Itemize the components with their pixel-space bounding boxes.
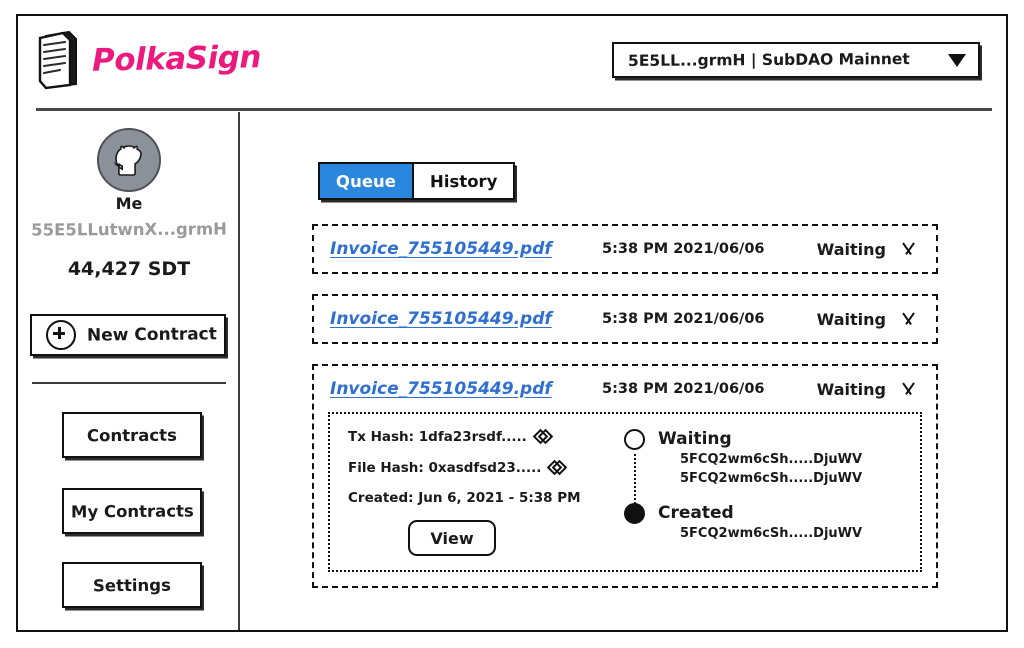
profile-label: Me	[115, 194, 143, 213]
account-selector[interactable]: 5E5LL...grmH | SubDAO Mainnet	[612, 42, 980, 78]
sidebar-item-contracts[interactable]: Contracts	[62, 412, 202, 458]
github-octocat-avatar[interactable]	[97, 128, 161, 192]
copy-icon[interactable]	[532, 428, 554, 445]
view-button[interactable]: View	[408, 520, 496, 556]
app-header: PolkaSign 5E5LL...grmH | SubDAO Mainnet	[18, 16, 1006, 111]
status-badge: Waiting	[816, 379, 886, 399]
sidebar-item-label: Contracts	[86, 425, 178, 445]
document-stack-icon	[36, 28, 82, 90]
document-file-link[interactable]: Invoice_755105449.pdf	[330, 239, 586, 259]
status-badge: Waiting	[816, 239, 886, 259]
timeline-address: 5FCQ2wm6cSh.....DjuWV	[680, 452, 863, 467]
new-contract-button[interactable]: New Contract	[30, 314, 226, 356]
timeline-step-waiting: Waiting 5FCQ2wm6cSh.....DjuWV 5FCQ2wm6cS…	[624, 428, 904, 512]
timeline-address: 5FCQ2wm6cSh.....DjuWV	[680, 471, 863, 486]
caret-down-icon	[948, 53, 966, 67]
timeline-address: 5FCQ2wm6cSh.....DjuWV	[680, 526, 863, 541]
document-timestamp: 5:38 PM 2021/06/06	[602, 311, 765, 327]
signature-timeline: Waiting 5FCQ2wm6cSh.....DjuWV 5FCQ2wm6cS…	[610, 428, 904, 556]
view-button-label: View	[430, 528, 474, 548]
tab-history[interactable]: History	[411, 164, 514, 198]
document-row-header[interactable]: Invoice_755105449.pdf 5:38 PM 2021/06/06…	[314, 226, 936, 272]
sidebar-item-label: My Contracts	[70, 500, 194, 522]
app-window: PolkaSign 5E5LL...grmH | SubDAO Mainnet …	[16, 14, 1008, 632]
sidebar-divider	[32, 382, 226, 384]
timeline-dot-filled-icon	[624, 503, 645, 524]
document-row-header[interactable]: Invoice_755105449.pdf 5:38 PM 2021/06/06…	[314, 366, 936, 412]
document-file-link[interactable]: Invoice_755105449.pdf	[330, 379, 586, 399]
sidebar-account-address: 55E5LLutwnX...grmH	[31, 219, 227, 240]
chevron-down-icon[interactable]	[898, 383, 918, 396]
file-hash-row: File Hash: 0xasdfsd23.....	[348, 459, 610, 476]
tab-label: History	[429, 171, 498, 191]
document-detail-info: Tx Hash: 1dfa23rsdf..... File Hash: 0xas…	[348, 428, 610, 556]
tx-hash-row: Tx Hash: 1dfa23rsdf.....	[348, 428, 610, 445]
timeline-step-title: Created	[658, 503, 734, 523]
main-content: Queue History Invoice_755105449.pdf 5:38…	[240, 112, 1006, 630]
document-list: Invoice_755105449.pdf 5:38 PM 2021/06/06…	[312, 224, 938, 608]
created-label: Created: Jun 6, 2021 - 5:38 PM	[348, 490, 581, 506]
timeline-spacer	[624, 492, 904, 502]
tab-label: Queue	[335, 171, 396, 191]
chevron-down-icon[interactable]	[898, 313, 918, 326]
tx-hash-label: Tx Hash: 1dfa23rsdf.....	[348, 428, 527, 445]
header-divider	[36, 108, 992, 111]
account-selector-value: 5E5LL...grmH | SubDAO Mainnet	[627, 50, 910, 70]
brand: PolkaSign	[36, 28, 261, 90]
timeline-step-title: Waiting	[658, 429, 732, 449]
document-row-header[interactable]: Invoice_755105449.pdf 5:38 PM 2021/06/06…	[314, 296, 936, 342]
timeline-step-created: Created 5FCQ2wm6cSh.....DjuWV	[624, 502, 904, 543]
status-badge: Waiting	[816, 309, 886, 329]
sidebar-balance: 44,427 SDT	[67, 258, 191, 280]
document-timestamp: 5:38 PM 2021/06/06	[602, 381, 765, 397]
document-row-expanded[interactable]: Invoice_755105449.pdf 5:38 PM 2021/06/06…	[312, 364, 938, 588]
document-timestamp: 5:38 PM 2021/06/06	[602, 241, 765, 257]
created-row: Created: Jun 6, 2021 - 5:38 PM	[348, 490, 610, 506]
document-status-group[interactable]: Waiting	[817, 240, 918, 259]
chevron-down-icon[interactable]	[898, 243, 918, 256]
plus-circle-icon	[46, 320, 76, 350]
copy-icon[interactable]	[547, 459, 568, 476]
tab-queue[interactable]: Queue	[320, 164, 412, 198]
brand-title: PolkaSign	[91, 39, 262, 79]
document-detail-panel: Tx Hash: 1dfa23rsdf..... File Hash: 0xas…	[328, 412, 922, 572]
document-row[interactable]: Invoice_755105449.pdf 5:38 PM 2021/06/06…	[312, 294, 938, 344]
timeline-dot-hollow-icon	[624, 429, 645, 450]
sidebar: Me 55E5LLutwnX...grmH 44,427 SDT New Con…	[18, 112, 240, 630]
document-status-group[interactable]: Waiting	[817, 380, 918, 399]
sidebar-item-settings[interactable]: Settings	[62, 562, 202, 608]
tab-bar: Queue History	[318, 162, 516, 200]
document-status-group[interactable]: Waiting	[817, 310, 918, 329]
document-row[interactable]: Invoice_755105449.pdf 5:38 PM 2021/06/06…	[312, 224, 938, 274]
sidebar-item-my-contracts[interactable]: My Contracts	[62, 488, 202, 534]
sidebar-item-label: Settings	[92, 575, 172, 595]
file-hash-label: File Hash: 0xasdfsd23.....	[348, 459, 542, 476]
new-contract-label: New Contract	[86, 324, 217, 346]
document-file-link[interactable]: Invoice_755105449.pdf	[330, 309, 586, 329]
